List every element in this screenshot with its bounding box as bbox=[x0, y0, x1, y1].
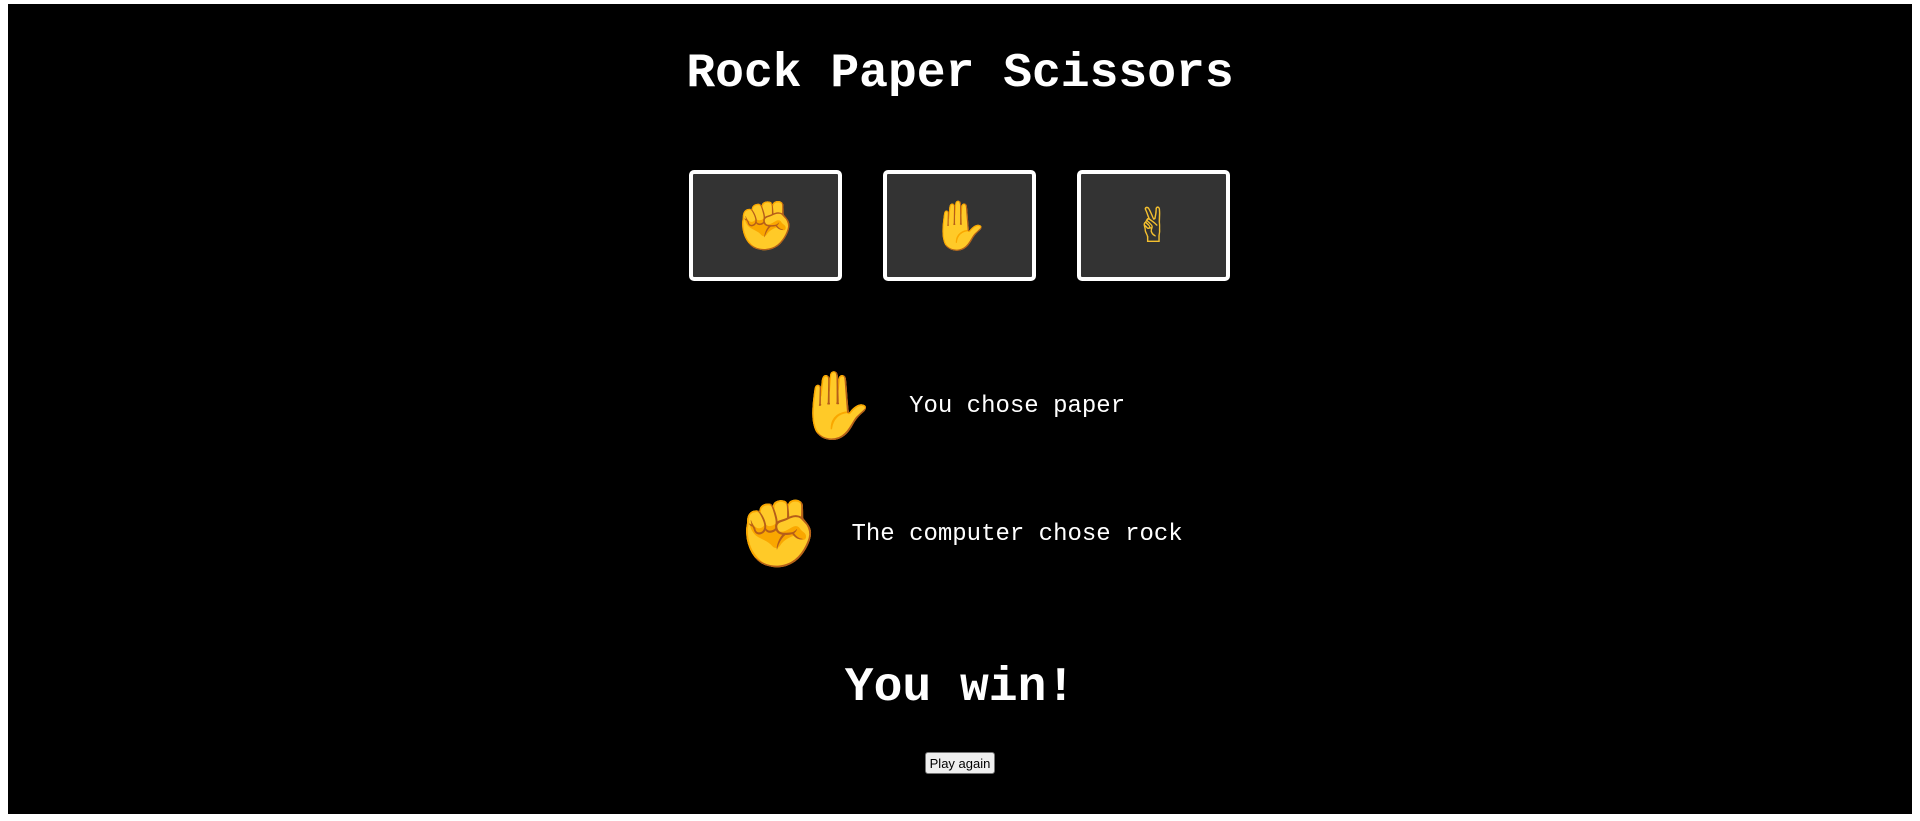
choice-buttons: ✊ ✋ ✌ bbox=[8, 170, 1912, 284]
scissors-button[interactable]: ✌ bbox=[1077, 170, 1230, 281]
computer-choice: ✊ The computer chose rock bbox=[8, 494, 1912, 574]
page-title: Rock Paper Scissors bbox=[686, 47, 1234, 101]
raised-hand-icon: ✋ bbox=[794, 367, 878, 444]
outcome-message: You win! bbox=[844, 661, 1076, 715]
paper-button[interactable]: ✋ bbox=[883, 170, 1036, 281]
game-area: Rock Paper Scissors ✊ ✋ ✌ ✋ You chose pa… bbox=[8, 4, 1912, 814]
raised-hand-icon: ✋ bbox=[929, 197, 990, 254]
rock-button[interactable]: ✊ bbox=[689, 170, 842, 281]
computer-choice-text: The computer chose rock bbox=[851, 520, 1183, 548]
victory-hand-icon: ✌ bbox=[1133, 197, 1174, 254]
player-choice: ✋ You chose paper bbox=[8, 366, 1912, 446]
play-again-button[interactable]: Play again bbox=[925, 752, 995, 774]
player-choice-text: You chose paper bbox=[909, 392, 1126, 420]
raised-fist-icon: ✊ bbox=[737, 495, 820, 572]
raised-fist-icon: ✊ bbox=[735, 197, 796, 254]
